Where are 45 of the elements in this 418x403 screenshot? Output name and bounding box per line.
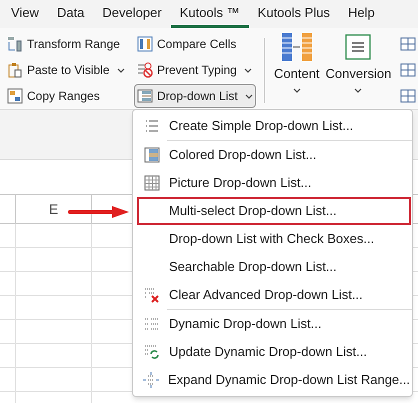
table-icon[interactable] <box>400 37 416 51</box>
list-icon <box>144 118 160 134</box>
colored-list-icon <box>144 147 160 163</box>
ribbon-button[interactable]: Paste to Visible <box>4 58 128 82</box>
chevron-down-icon <box>292 88 301 92</box>
list-icon <box>137 88 153 104</box>
compare-icon <box>137 36 153 52</box>
menu-item[interactable]: Update Dynamic Drop-down List... <box>133 338 412 366</box>
ribbon-button[interactable]: Drop-down List <box>134 84 256 108</box>
clipboard-icon <box>7 62 23 78</box>
columns-icon <box>280 32 314 62</box>
refresh-list-icon <box>144 344 160 360</box>
convert-icon <box>343 32 374 62</box>
prevent-icon <box>137 62 153 78</box>
expand-list-icon <box>143 372 160 388</box>
menu-item[interactable]: Multi-select Drop-down List... <box>137 197 411 225</box>
ribbon-button[interactable]: Copy Ranges <box>4 84 103 108</box>
transform-icon <box>7 36 23 52</box>
large-ribbon-button[interactable]: Content <box>271 32 323 109</box>
menu-item[interactable]: Searchable Drop-down List... <box>133 253 412 281</box>
table-icon[interactable] <box>400 89 416 103</box>
ribbon-button[interactable]: Compare Cells <box>134 32 240 56</box>
grid-icon <box>144 175 160 191</box>
pointer-arrow <box>68 205 130 219</box>
table-icon[interactable] <box>400 63 416 77</box>
clear-list-icon <box>144 287 160 303</box>
column-header[interactable]: E <box>16 195 92 223</box>
ribbon-tab[interactable]: Data <box>48 0 94 28</box>
ribbon-button[interactable]: Transform Range <box>4 32 123 56</box>
menu-item[interactable]: Dynamic Drop-down List... <box>133 310 412 338</box>
ribbon-button[interactable]: Prevent Typing <box>134 58 255 82</box>
dotted-list-icon <box>144 316 160 332</box>
ribbon-tab[interactable]: Help <box>338 0 384 28</box>
ribbon-tab[interactable]: View <box>2 0 48 28</box>
menu-item[interactable]: Colored Drop-down List... <box>133 141 412 169</box>
menu-item[interactable]: Create Simple Drop-down List... <box>133 112 412 140</box>
menu-item[interactable]: Picture Drop-down List... <box>133 169 412 197</box>
menu-item[interactable]: Expand Dynamic Drop-down List Range... <box>133 366 412 394</box>
ribbon-tab[interactable]: Kutools Plus <box>248 0 339 28</box>
menu-item[interactable]: Clear Advanced Drop-down List... <box>133 281 412 309</box>
copy-ranges-icon <box>7 88 23 104</box>
large-ribbon-button[interactable]: Conversion <box>322 32 394 109</box>
chevron-down-icon <box>354 88 362 92</box>
menu-item[interactable]: Drop-down List with Check Boxes... <box>133 225 412 253</box>
ribbon-tab[interactable]: Developer <box>93 0 171 28</box>
